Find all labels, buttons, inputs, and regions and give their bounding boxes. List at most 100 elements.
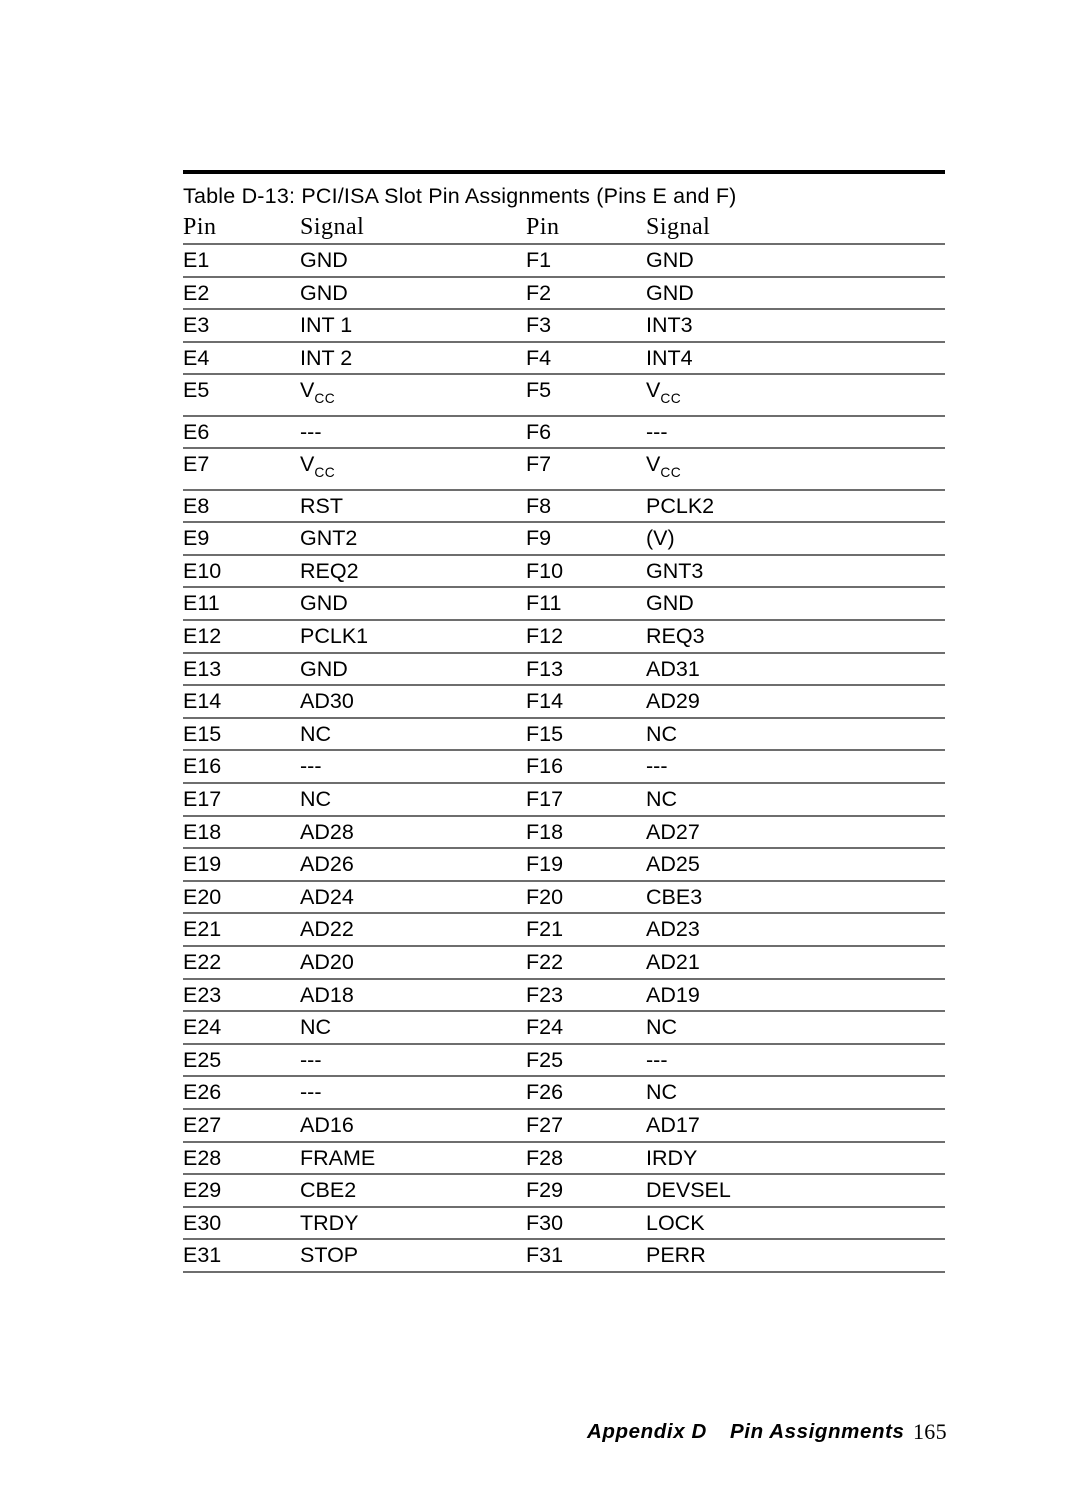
signal-cell-f: NC	[646, 717, 945, 752]
signal-cell-f: IRDY	[646, 1141, 945, 1176]
pin-cell-f: F7	[526, 448, 646, 491]
table-row: E24 NC F24 NC	[183, 1011, 945, 1045]
pin-cell-f: F23	[526, 978, 646, 1013]
pin-cell-f: F17	[526, 783, 646, 817]
pin-cell-f: F29	[526, 1174, 646, 1208]
signal-cell-f: AD31	[646, 652, 945, 687]
pin-cell-e: E2	[183, 276, 300, 311]
document-page: Table D-13: PCI/ISA Slot Pin Assignments…	[0, 0, 1080, 1511]
footer-inner: Appendix D Pin Assignments 165	[183, 1418, 947, 1450]
table-top-rule	[183, 170, 945, 174]
column-header-pin-f: Pin	[526, 212, 646, 245]
table-row: E11 GND F11 GND	[183, 587, 945, 622]
signal-cell-e: CBE2	[300, 1174, 526, 1208]
pin-cell-f: F13	[526, 652, 646, 687]
table-row: E13 GND F13 AD31	[183, 652, 945, 687]
signal-cell-f: NC	[646, 783, 945, 817]
table-row: E26 --- F26 NC	[183, 1076, 945, 1110]
signal-cell-f: INT3	[646, 309, 945, 343]
signal-cell-f: ---	[646, 750, 945, 785]
signal-cell-f: GNT3	[646, 554, 945, 589]
table-row: E30 TRDY F30 LOCK	[183, 1206, 945, 1241]
pin-cell-f: F3	[526, 309, 646, 343]
signal-cell-e: AD20	[300, 946, 526, 980]
table-body: E1 GND F1 GND E2 GND F2 GND E3 INT 1 F3 INT3 E4 INT 2…	[183, 244, 945, 1273]
table-row: E8 RST F8 PCLK2	[183, 489, 945, 524]
signal-cell-f: REQ3	[646, 620, 945, 654]
table-row: E29 CBE2 F29 DEVSEL	[183, 1174, 945, 1208]
signal-cell-f: GND	[646, 276, 945, 311]
pin-cell-f: F16	[526, 750, 646, 785]
pin-cell-f: F30	[526, 1206, 646, 1241]
pin-cell-f: F24	[526, 1011, 646, 1045]
signal-cell-e: STOP	[300, 1239, 526, 1273]
signal-cell-f: NC	[646, 1011, 945, 1045]
signal-cell-e: AD30	[300, 685, 526, 719]
table-row: E28 FRAME F28 IRDY	[183, 1141, 945, 1176]
pin-cell-f: F27	[526, 1108, 646, 1143]
table-row: E17 NC F17 NC	[183, 783, 945, 817]
pin-cell-e: E7	[183, 448, 300, 491]
pin-cell-e: E19	[183, 848, 300, 882]
signal-cell-f: INT4	[646, 341, 945, 376]
signal-cell-e: ---	[300, 415, 526, 450]
footer-section-title: Pin Assignments	[730, 1420, 905, 1443]
signal-cell-e: AD26	[300, 848, 526, 882]
vcc-subscript: CC	[660, 465, 682, 481]
pin-cell-f: F14	[526, 685, 646, 719]
table-row: E5 VCC F5 VCC	[183, 374, 945, 417]
table-title: Table D-13: PCI/ISA Slot Pin Assignments…	[183, 184, 737, 208]
pin-cell-f: F19	[526, 848, 646, 882]
pin-cell-e: E14	[183, 685, 300, 719]
signal-cell-f: AD17	[646, 1108, 945, 1143]
signal-cell-f: AD23	[646, 913, 945, 947]
signal-cell-f: AD25	[646, 848, 945, 882]
pin-cell-f: F15	[526, 717, 646, 752]
table-row: E1 GND F1 GND	[183, 244, 945, 278]
pin-cell-e: E20	[183, 880, 300, 915]
signal-cell-e: RST	[300, 489, 526, 524]
pin-cell-f: F22	[526, 946, 646, 980]
table-row: E2 GND F2 GND	[183, 276, 945, 311]
pin-cell-f: F28	[526, 1141, 646, 1176]
pin-assignments-table: Pin Signal Pin Signal E1 GND F1 GND E2 GND F2 G…	[183, 212, 945, 1273]
pin-cell-f: F6	[526, 415, 646, 450]
signal-cell-f: PCLK2	[646, 489, 945, 524]
table-row: E23 AD18 F23 AD19	[183, 978, 945, 1013]
pin-cell-e: E8	[183, 489, 300, 524]
vcc-label: VCC	[300, 375, 526, 414]
signal-cell-f: VCC	[646, 374, 945, 417]
vcc-subscript: CC	[314, 465, 336, 481]
pin-cell-f: F11	[526, 587, 646, 622]
table-row: E10 REQ2 F10 GNT3	[183, 554, 945, 589]
pin-cell-e: E13	[183, 652, 300, 687]
signal-cell-f: AD19	[646, 978, 945, 1013]
signal-cell-e: TRDY	[300, 1206, 526, 1241]
pin-cell-f: F5	[526, 374, 646, 417]
table-row: E22 AD20 F22 AD21	[183, 946, 945, 980]
table-row: E25 --- F25 ---	[183, 1043, 945, 1078]
vcc-label: VCC	[646, 449, 945, 488]
pin-cell-f: F12	[526, 620, 646, 654]
pin-cell-f: F9	[526, 522, 646, 556]
pin-cell-e: E3	[183, 309, 300, 343]
signal-cell-e: AD24	[300, 880, 526, 915]
pin-cell-f: F26	[526, 1076, 646, 1110]
pin-cell-e: E22	[183, 946, 300, 980]
table-row: E18 AD28 F18 AD27	[183, 815, 945, 850]
pin-cell-e: E25	[183, 1043, 300, 1078]
vcc-label: VCC	[300, 449, 526, 488]
column-header-signal-e: Signal	[300, 212, 526, 245]
pin-cell-e: E4	[183, 341, 300, 376]
pin-cell-e: E10	[183, 554, 300, 589]
pin-cell-e: E28	[183, 1141, 300, 1176]
column-header-pin-e: Pin	[183, 212, 300, 245]
pin-cell-f: F8	[526, 489, 646, 524]
signal-cell-e: ---	[300, 1076, 526, 1110]
vcc-base: V	[300, 452, 315, 477]
pin-cell-f: F20	[526, 880, 646, 915]
pin-cell-e: E23	[183, 978, 300, 1013]
signal-cell-f: DEVSEL	[646, 1174, 945, 1208]
pin-cell-e: E9	[183, 522, 300, 556]
signal-cell-f: VCC	[646, 448, 945, 491]
